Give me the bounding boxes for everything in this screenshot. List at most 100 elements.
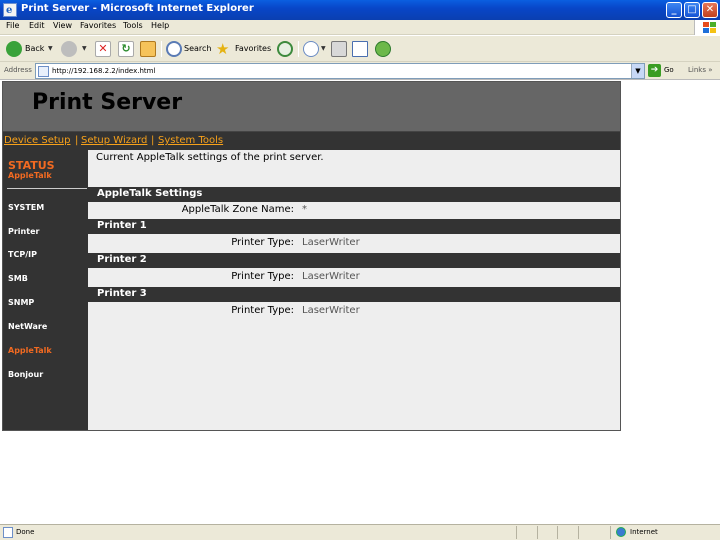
title-bar: e Print Server - Microsoft Internet Expl… [0,0,720,20]
back-dropdown-icon[interactable]: ▼ [48,45,53,52]
sidebar-item-netware[interactable]: NetWare [8,322,47,331]
security-zone: Internet [630,528,658,536]
menu-favorites[interactable]: Favorites [80,21,116,30]
section-title: AppleTalk Settings [97,188,203,199]
back-label: Back [25,44,45,53]
messenger-button[interactable] [375,40,393,58]
go-arrow-icon: ➔ [648,64,661,77]
section-title: Printer 3 [97,288,147,299]
nav-setup-wizard[interactable]: Setup Wizard [81,135,147,146]
nav-system-tools[interactable]: System Tools [158,135,223,146]
minimize-button[interactable]: _ [666,2,682,18]
menu-file[interactable]: File [6,21,19,30]
forward-arrow-icon [61,41,77,57]
sidebar-item-tcpip[interactable]: TCP/IP [8,250,37,259]
page-title: Print Server [32,90,183,115]
nav-separator: | [151,135,155,146]
menu-bar: File Edit View Favorites Tools Help [0,20,720,35]
printer-type-label: Printer Type: [231,305,294,316]
section-printer-2: Printer 2 [88,253,620,268]
address-url: http://192.168.2.2/index.html [52,67,156,75]
address-label: Address [4,66,32,74]
sidebar-item-printer[interactable]: Printer [8,227,39,236]
menu-edit[interactable]: Edit [29,21,45,30]
window-title: Print Server - Microsoft Internet Explor… [21,3,254,14]
status-pane [610,526,611,539]
ie-page-icon: e [3,3,17,17]
address-bar: Address http://192.168.2.2/index.html ▼ … [0,62,720,80]
refresh-button[interactable]: ↻ [118,40,134,58]
main-content: Current AppleTalk settings of the print … [88,150,620,430]
section-printer-1: Printer 1 [88,219,620,234]
printer-type-value: LaserWriter [302,305,360,316]
toolbar-separator [298,41,299,57]
page-header: Print Server [3,82,620,132]
edit-page-icon [352,41,368,57]
maximize-button[interactable]: □ [684,2,700,18]
messenger-icon [375,41,391,57]
sidebar-item-appletalk[interactable]: AppleTalk [8,346,52,355]
menu-view[interactable]: View [53,21,72,30]
status-bar: Done Internet [0,524,720,540]
history-button[interactable] [277,40,293,58]
home-button[interactable] [140,40,156,58]
links-label: Links [688,66,706,74]
mail-button[interactable]: ▼ [303,40,327,58]
status-pane [557,526,558,539]
status-text: Done [16,528,35,536]
printer-type-value: LaserWriter [302,237,360,248]
address-dropdown-icon[interactable]: ▼ [631,64,644,78]
printer-type-label: Printer Type: [231,237,294,248]
menu-help[interactable]: Help [151,21,169,30]
page-viewport: Print Server Device Setup | Setup Wizard… [0,81,720,524]
section-title: Printer 1 [97,220,147,231]
status-pane [537,526,538,539]
sidebar: STATUS AppleTalk SYSTEM Printer TCP/IP S… [3,150,88,430]
mail-icon [303,41,319,57]
go-label: Go [664,66,674,74]
sidebar-item-bonjour[interactable]: Bonjour [8,370,43,379]
nav-device-setup[interactable]: Device Setup [4,135,70,146]
back-button[interactable]: Back ▼ [6,40,56,58]
home-icon [140,41,156,57]
close-button[interactable]: ✕ [702,2,718,18]
internet-globe-icon [616,527,626,537]
go-button[interactable]: ➔ Go [648,64,682,78]
zone-name-label: AppleTalk Zone Name: [181,204,294,215]
forward-dropdown-icon[interactable]: ▼ [82,45,87,52]
page-done-icon [3,527,13,538]
intro-text: Current AppleTalk settings of the print … [96,152,324,163]
print-button[interactable] [331,40,347,58]
search-label: Search [184,44,212,53]
search-button[interactable]: Search [166,40,212,58]
forward-button[interactable]: ▼ [61,40,91,58]
printer-icon [331,41,347,57]
sidebar-subheading: AppleTalk [8,171,52,180]
address-input[interactable]: http://192.168.2.2/index.html ▼ [35,63,645,79]
history-icon [277,41,293,57]
sidebar-item-smb[interactable]: SMB [8,274,28,283]
sidebar-item-system[interactable]: SYSTEM [8,203,44,212]
sidebar-item-snmp[interactable]: SNMP [8,298,34,307]
stop-icon: ✕ [95,41,111,57]
section-title: Printer 2 [97,254,147,265]
search-icon [166,41,182,57]
favorites-label: Favorites [235,44,272,53]
menu-tools[interactable]: Tools [123,21,143,30]
sidebar-divider [7,188,87,189]
section-appletalk-settings: AppleTalk Settings [88,187,620,202]
edit-button[interactable] [352,40,370,58]
page-icon [38,66,49,77]
windows-logo-icon [694,20,720,35]
mail-dropdown-icon[interactable]: ▼ [321,45,326,52]
print-server-frame: Print Server Device Setup | Setup Wizard… [2,81,621,431]
refresh-icon: ↻ [118,41,134,57]
status-pane [578,526,579,539]
back-arrow-icon [6,41,22,57]
nav-separator: | [75,135,79,146]
stop-button[interactable]: ✕ [95,40,111,58]
favorites-button[interactable]: ★ Favorites [216,40,272,58]
links-button[interactable]: Links » [688,66,713,74]
status-pane [516,526,517,539]
toolbar-separator [161,41,162,57]
